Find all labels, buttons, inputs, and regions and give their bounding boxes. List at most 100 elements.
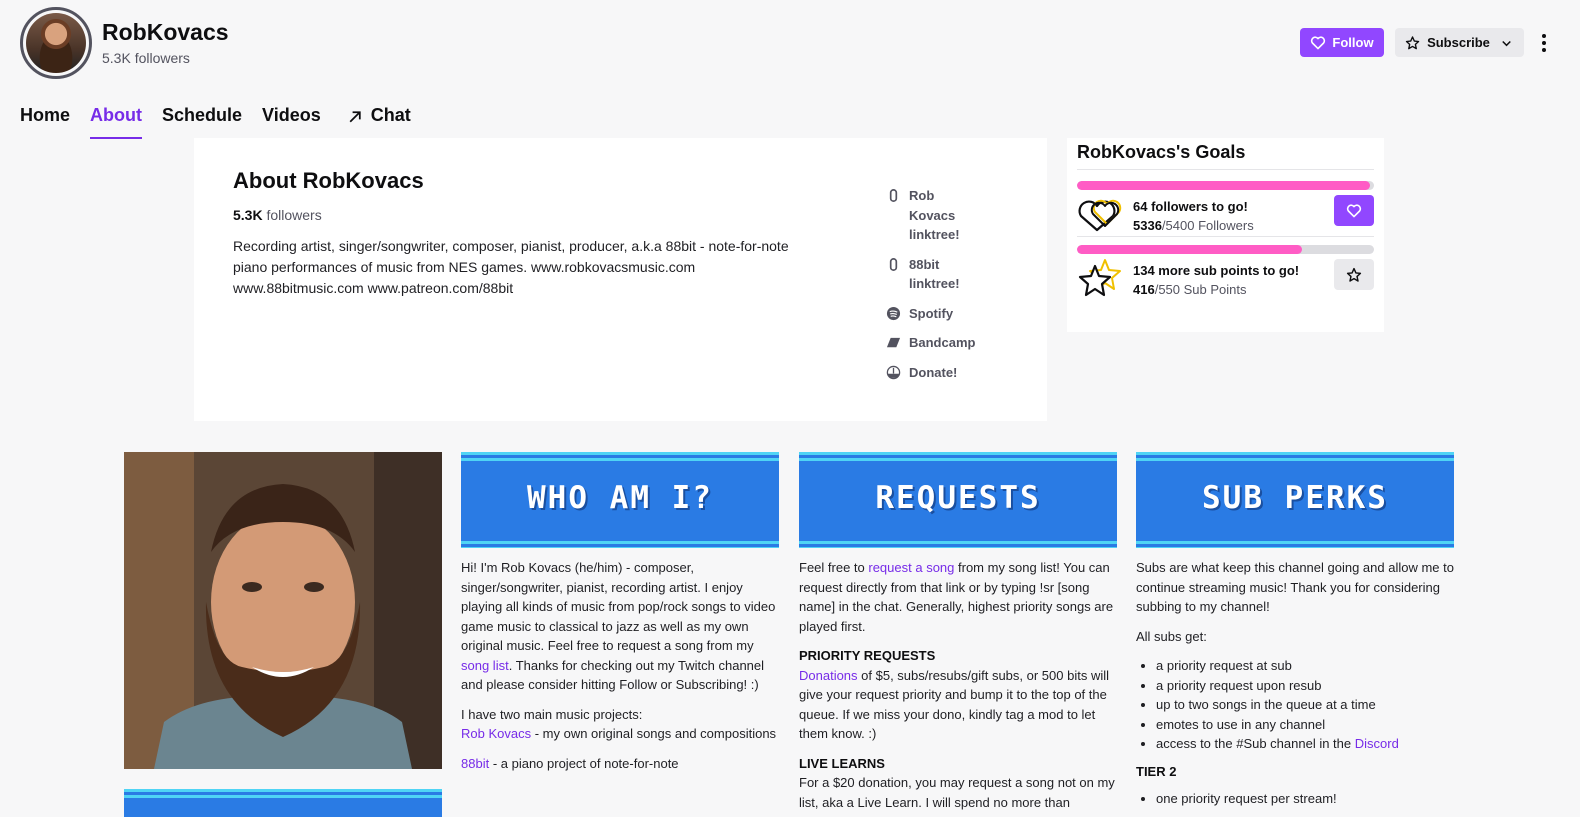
link-label: 88bit linktree! [909, 256, 960, 292]
next-panel-header [124, 789, 442, 817]
follower-goal-total: /5400 Followers [1161, 218, 1254, 233]
who-am-i-title: WHO AM I? [527, 480, 713, 516]
who-paragraph-1: Hi! I'm Rob Kovacs (he/him) - composer, … [461, 558, 779, 695]
link-label: Donate! [909, 364, 958, 380]
who-paragraph-3: 88bit - a piano project of note-for-note [461, 754, 779, 774]
sub-goal-headline: 134 more sub points to go! [1133, 263, 1300, 278]
link-spotify[interactable]: Spotify [886, 304, 986, 324]
live-learns-heading: LIVE LEARNS [799, 755, 885, 771]
star-icon [1346, 267, 1362, 282]
channel-name[interactable]: RobKovacs [102, 19, 229, 46]
sub-perks-body: Subs are what keep this channel going an… [1136, 558, 1454, 817]
linktree-icon [889, 189, 898, 202]
perks-paragraph-1: Subs are what keep this channel going an… [1136, 560, 1454, 614]
header-stripe [461, 538, 779, 548]
who-text: Hi! I'm Rob Kovacs (he/him) - composer, … [461, 560, 776, 653]
follower-goal-text: 64 followers to go! 5336/5400 Followers [1133, 197, 1254, 235]
tab-about-label: About [90, 105, 142, 125]
link-bandcamp[interactable]: Bandcamp [886, 333, 986, 353]
spotify-icon [886, 306, 901, 320]
tab-about[interactable]: About [90, 105, 142, 139]
about-title: About RobKovacs [233, 168, 424, 193]
follow-goal-button[interactable] [1334, 195, 1374, 226]
song-list-link[interactable]: song list [461, 658, 509, 673]
requests-text: Feel free to [799, 560, 869, 575]
link-rob-kovacs-linktree[interactable]: Rob Kovacs linktree! [886, 186, 986, 245]
avatar-image [26, 13, 86, 73]
rob-kovacs-link[interactable]: Rob Kovacs [461, 726, 531, 741]
channel-avatar[interactable] [20, 7, 92, 79]
list-item: up to two songs in the queue at a time [1156, 695, 1454, 715]
bandcamp-icon [886, 337, 901, 348]
tab-schedule[interactable]: Schedule [162, 105, 242, 139]
profile-photo-panel[interactable] [124, 452, 442, 769]
requests-title: REQUESTS [875, 480, 1041, 516]
request-song-link[interactable]: request a song [868, 560, 954, 575]
priority-requests-heading: PRIORITY REQUESTS [799, 648, 936, 663]
about-bio: Recording artist, singer/songwriter, com… [233, 238, 789, 296]
perks-paragraph-2: All subs get: [1136, 628, 1207, 644]
tier-2-heading: TIER 2 [1136, 763, 1177, 779]
discord-link[interactable]: Discord [1355, 736, 1399, 751]
chevron-down-icon [1502, 40, 1511, 46]
tab-videos[interactable]: Videos [262, 105, 321, 139]
arrow-up-right-icon [349, 111, 361, 123]
header-stripe [124, 789, 442, 801]
link-88bit-linktree[interactable]: 88bit linktree! [886, 255, 986, 294]
who-text: I have two main music projects: [461, 706, 643, 722]
who-am-i-body: Hi! I'm Rob Kovacs (he/him) - composer, … [461, 558, 779, 783]
header-stripe [799, 452, 1117, 464]
about-card: About RobKovacs 5.3K followers Recording… [194, 138, 1047, 421]
requests-paragraph-1: Feel free to request a song from my song… [799, 558, 1117, 636]
who-paragraph-2: I have two main music projects: Rob Kovac… [461, 705, 779, 744]
list-item: emotes to use in any channel [1156, 715, 1454, 735]
link-label: Bandcamp [909, 335, 976, 350]
requests-body: Feel free to request a song from my song… [799, 558, 1117, 817]
list-item: a priority request upon resub [1156, 676, 1454, 696]
subscribe-button[interactable]: Subscribe [1395, 28, 1524, 57]
goals-card: RobKovacs's Goals 64 followers to go! 53… [1067, 138, 1384, 332]
follow-button[interactable]: Follow [1300, 28, 1384, 57]
follower-goal-progress: 5336/5400 Followers [1133, 216, 1254, 235]
follower-goal-current: 5336 [1133, 218, 1162, 233]
header-stripe [1136, 452, 1454, 464]
tier-2-list: one priority request per stream! [1136, 789, 1454, 809]
follower-goal: 64 followers to go! 5336/5400 Followers [1077, 190, 1374, 237]
follower-goal-headline: 64 followers to go! [1133, 199, 1248, 214]
requests-paragraph-2: Donations of $5, subs/resubs/gift subs, … [799, 666, 1117, 744]
requests-header: REQUESTS [799, 452, 1117, 548]
hearts-icon [1078, 199, 1122, 232]
list-item: access to the #Sub channel in the Discor… [1156, 734, 1454, 754]
tab-schedule-label: Schedule [162, 105, 243, 125]
sub-goal-current: 416 [1133, 282, 1155, 297]
heart-icon [1346, 203, 1362, 217]
link-donate[interactable]: Donate! [886, 363, 986, 383]
who-text: - a piano project of note-for-note [489, 755, 679, 771]
sub-goal-progress: 416/550 Sub Points [1133, 280, 1299, 299]
88bit-link[interactable]: 88bit [461, 756, 489, 771]
about-followers-label: followers [266, 207, 322, 223]
header-stripe [1136, 538, 1454, 548]
follower-goal-fill [1077, 181, 1371, 190]
sub-perks-header: SUB PERKS [1136, 452, 1454, 548]
link-label: Rob Kovacs linktree! [909, 188, 960, 242]
sub-goal-bar [1077, 245, 1374, 254]
linktree-icon [889, 257, 898, 271]
donations-link[interactable]: Donations [799, 668, 858, 683]
tab-chat-label: Chat [370, 105, 411, 125]
sub-goal: 134 more sub points to go! 416/550 Sub P… [1077, 254, 1374, 301]
bearded-man-photo [124, 452, 442, 769]
subscribe-goal-button[interactable] [1334, 259, 1374, 290]
header-stripe [799, 538, 1117, 548]
follow-label: Follow [1332, 35, 1374, 50]
stars-icon [1078, 259, 1121, 297]
about-followers: 5.3K followers [233, 207, 322, 223]
sub-perks-title: SUB PERKS [1202, 480, 1388, 516]
list-item: one priority request per stream! [1156, 789, 1454, 809]
more-options-icon[interactable] [1536, 30, 1552, 56]
tab-home[interactable]: Home [20, 105, 70, 139]
about-followers-count: 5.3K [233, 207, 263, 223]
tab-chat[interactable]: Chat [347, 105, 411, 139]
tab-videos-label: Videos [262, 105, 321, 125]
sub-goal-fill [1077, 245, 1302, 254]
